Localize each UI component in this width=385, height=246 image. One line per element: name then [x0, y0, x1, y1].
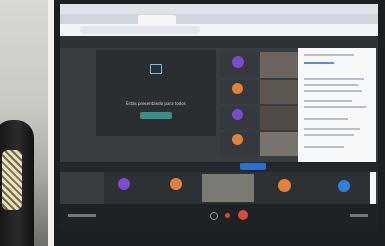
panel-tab-line[interactable] — [304, 62, 334, 64]
url-field[interactable] — [80, 26, 200, 34]
panel-text-line — [304, 128, 360, 130]
panel-text-line — [304, 100, 352, 102]
meeting-info-line — [350, 214, 368, 217]
presentation-icon — [150, 64, 162, 74]
stop-sharing-button[interactable] — [240, 163, 266, 170]
panel-text-line — [304, 118, 348, 120]
participant-video-tile — [260, 52, 298, 78]
panel-text-line — [304, 134, 354, 136]
participant-video-tile — [260, 132, 298, 156]
meeting-header — [60, 36, 378, 48]
participant-avatar — [232, 109, 243, 120]
participant-avatar — [278, 179, 291, 192]
participant-video-tile — [260, 80, 298, 104]
panel-text-line — [304, 78, 364, 80]
presenting-text: Estás presentando para todos — [126, 101, 186, 106]
presentation-panel — [96, 50, 216, 136]
participant-avatar — [118, 178, 130, 190]
meeting-control-bar — [60, 204, 378, 230]
panel-text-line — [304, 106, 366, 108]
participant-avatar — [170, 178, 182, 190]
participant-avatar — [232, 56, 244, 68]
scarf — [2, 150, 22, 210]
participant-avatar — [338, 180, 350, 192]
meeting-info-line — [68, 214, 96, 217]
participant-avatar — [232, 83, 243, 94]
panel-text-line — [304, 146, 344, 148]
browser-titlebar — [60, 4, 378, 14]
meeting-toolbar — [60, 162, 378, 172]
monitor-screen: Estás presentando para todos — [60, 4, 378, 230]
participant-video-tile — [260, 106, 298, 130]
stop-presenting-button[interactable] — [140, 112, 172, 119]
background-photo-left — [0, 0, 48, 246]
browser-tab-active[interactable] — [138, 15, 176, 24]
camera-off-icon[interactable] — [225, 213, 230, 218]
panel-text-line — [304, 84, 358, 86]
panel-text-line — [304, 90, 362, 92]
browser-tabs — [60, 14, 378, 24]
mic-icon[interactable] — [210, 212, 218, 220]
end-call-button[interactable] — [238, 210, 248, 220]
participant-avatar — [232, 134, 243, 145]
panel-title-line — [304, 54, 354, 56]
participant-video-tile — [202, 174, 254, 202]
